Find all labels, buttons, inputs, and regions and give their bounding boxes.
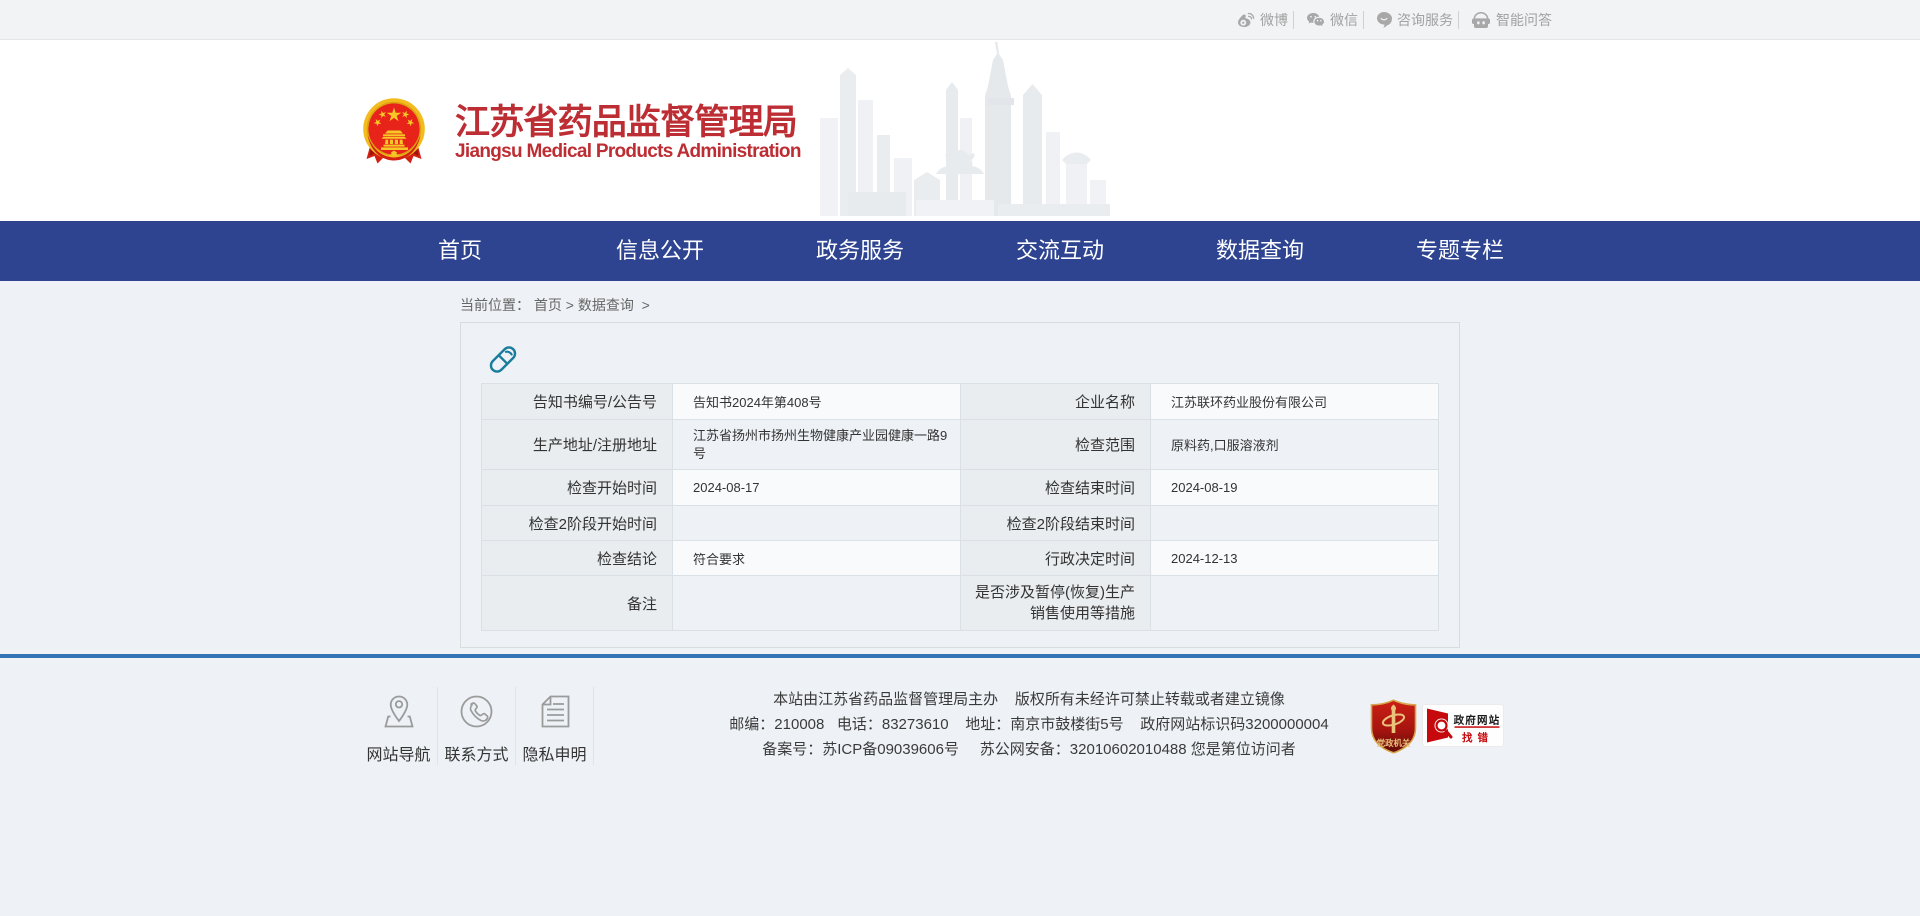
svg-text:党政机关: 党政机关	[1377, 738, 1411, 748]
svg-text:找错: 找错	[1462, 731, 1493, 744]
svg-text:政府网站: 政府网站	[1454, 714, 1501, 727]
